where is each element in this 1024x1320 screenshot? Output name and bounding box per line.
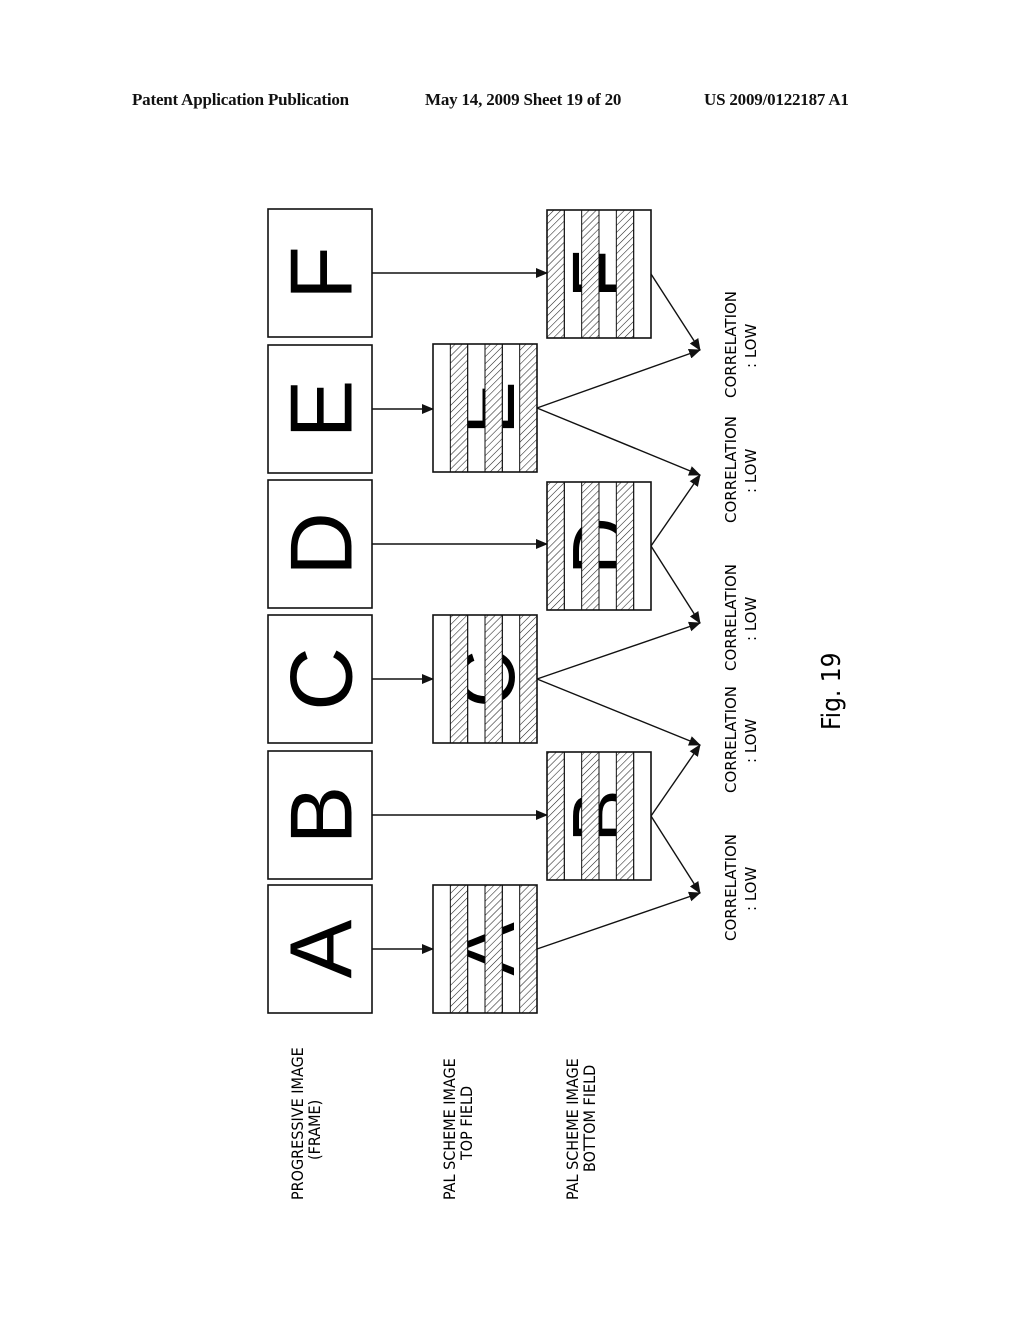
correlation-labels: CORRELATION: LOWCORRELATION: LOWCORRELAT… [722,291,760,941]
hatched-stripe [615,209,635,339]
hatched-stripe [484,884,503,1014]
arrow-e-to-correlation-5 [536,348,701,409]
arrow-c-to-correlation-3 [536,621,701,680]
frame-box-e: E [267,344,373,474]
hatched-stripe [581,481,600,611]
letter-glyph: B [272,786,371,845]
correlation-label: CORRELATION: LOW [722,291,760,398]
figure-label: Fig. 19 [817,652,847,730]
hatched-stripe [519,884,538,1014]
correlation-label: CORRELATION: LOW [722,564,760,671]
hatched-stripe [546,481,565,611]
correlation-line2: : LOW [742,719,760,763]
correlation-line2: : LOW [742,324,760,368]
correlation-line1: CORRELATION [722,416,740,523]
correlation-line1: CORRELATION [722,564,740,671]
hatched-stripe [449,884,469,1014]
arrow-d-to-correlation-3 [650,545,701,624]
arrow-f-to-correlation-5 [650,273,701,351]
letter-glyph: D [272,512,371,576]
frame-box-b: B [267,750,373,880]
correlation-line1: CORRELATION [722,686,740,793]
correlation-line2: : LOW [742,449,760,493]
frame-letter-a: A [272,919,371,978]
hatched-stripe [484,614,503,744]
correlation-line2: : LOW [742,867,760,911]
frame-letter-e: E [272,380,371,439]
hatched-stripe [615,481,635,611]
frame-box-f: F [267,208,373,338]
top-field-box-a: A [432,884,538,1014]
arrow-b-to-correlation-1 [650,815,701,894]
frame-letter-f: F [272,246,371,300]
arrow-a-to-correlation-1 [536,891,701,950]
row-label-line2: TOP FIELD [457,1086,476,1161]
arrow-d-to-correlation-4 [650,474,701,547]
letter-glyph: F [272,246,371,300]
row-labels: PROGRESSIVE IMAGE (FRAME) PAL SCHEME IMA… [288,1047,599,1200]
top-field-box-e: E [432,343,538,473]
frames-column: A B C D E F [267,208,373,1014]
bottom-field-box-f: F [546,209,652,339]
arrow-e-to-correlation-4 [536,407,701,476]
top-fields-column: A C E [432,343,538,1014]
correlation-line1: CORRELATION [722,291,740,398]
row-label-progressive: PROGRESSIVE IMAGE (FRAME) [288,1047,324,1200]
letter-glyph: C [272,647,371,711]
row-label-line2: (FRAME) [305,1100,324,1160]
hatched-stripe [519,343,538,473]
correlation-label: CORRELATION: LOW [722,416,760,523]
frame-box-c: C [267,614,373,744]
frame-letter-d: D [272,512,371,576]
hatched-stripe [546,209,565,339]
hatched-stripe [519,614,538,744]
bottom-field-box-d: D [546,481,652,611]
frame-box-a: A [267,884,373,1014]
letter-glyph: A [272,919,371,978]
correlation-label: CORRELATION: LOW [722,834,760,941]
row-label-top-field: PAL SCHEME IMAGE TOP FIELD [440,1058,476,1200]
row-label-bottom-field: PAL SCHEME IMAGE BOTTOM FIELD [563,1058,599,1200]
row-label-line2: BOTTOM FIELD [580,1065,599,1172]
figure-label-text: Fig. 19 [817,652,847,730]
frame-letter-b: B [272,786,371,845]
correlation-line1: CORRELATION [722,834,740,941]
bottom-field-box-b: B [546,751,652,881]
hatched-stripe [581,209,600,339]
arrow-b-to-correlation-2 [650,744,701,817]
frame-letter-c: C [272,647,371,711]
arrow-c-to-correlation-2 [536,678,701,746]
correlation-line2: : LOW [742,597,760,641]
figure-19-diagram: PROGRESSIVE IMAGE (FRAME) PAL SCHEME IMA… [267,208,847,1200]
top-field-box-c: C [432,614,538,744]
hatched-stripe [546,751,565,881]
hatched-stripe [449,614,469,744]
hatched-stripe [581,751,600,881]
bottom-fields-column: B D F [546,209,652,881]
hatched-stripe [484,343,503,473]
frame-box-d: D [267,479,373,609]
hatched-stripe [615,751,635,881]
correlation-label: CORRELATION: LOW [722,686,760,793]
letter-glyph: E [272,380,371,439]
hatched-stripe [449,343,469,473]
